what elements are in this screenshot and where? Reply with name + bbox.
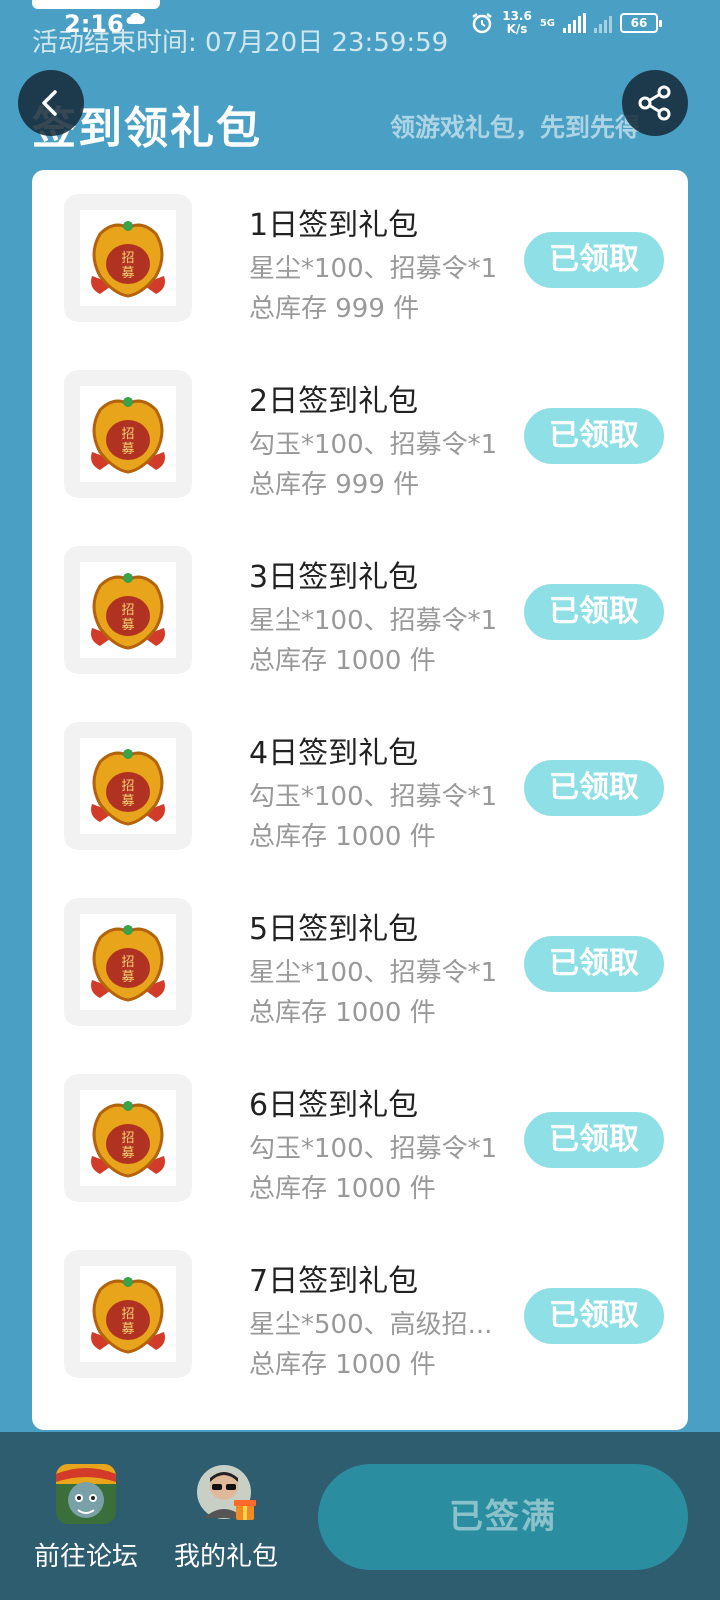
gift-thumbnail: 招 募 <box>64 194 192 322</box>
gift-title: 1日签到礼包 <box>249 208 419 243</box>
gift-item-day1: 招 募 1日签到礼包 星尘*100、招募令*1 总库存 999 件 已领取 <box>64 170 664 324</box>
share-icon <box>638 85 671 121</box>
svg-text:招: 招 <box>121 779 134 794</box>
gift-thumbnail: 招 募 <box>64 722 192 850</box>
claimed-button[interactable]: 已领取 <box>524 408 664 464</box>
gift-description: 星尘*100、招募令*1 <box>249 958 498 988</box>
signed-full-button[interactable]: 已签满 <box>318 1464 688 1570</box>
gift-stock: 总库存 999 件 <box>249 470 420 500</box>
network-type: 5G <box>539 17 555 29</box>
svg-text:招: 招 <box>121 1131 134 1146</box>
gift-description: 星尘*100、招募令*1 <box>249 254 498 284</box>
recruit-token-icon: 招 募 <box>91 397 165 474</box>
recruit-token-icon: 招 募 <box>91 1277 165 1354</box>
signal-icon <box>563 13 586 33</box>
gift-item-day2: 招 募 2日签到礼包 勾玉*100、招募令*1 总库存 999 件 已领取 <box>64 346 664 500</box>
gift-item-day7: 招 募 7日签到礼包 星尘*500、高级招... 总库存 1000 件 已领取 <box>64 1226 664 1380</box>
recruit-token-icon: 招 募 <box>91 221 165 298</box>
svg-text:募: 募 <box>121 1322 134 1337</box>
gift-item-day3: 招 募 3日签到礼包 星尘*100、招募令*1 总库存 1000 件 已领取 <box>64 522 664 676</box>
status-pill <box>32 0 160 9</box>
gift-title: 4日签到礼包 <box>249 736 419 771</box>
gift-thumbnail: 招 募 <box>64 1074 192 1202</box>
gift-description: 勾玉*100、招募令*1 <box>249 782 498 812</box>
gift-stock: 总库存 1000 件 <box>249 1350 436 1380</box>
gift-list-card: 招 募 1日签到礼包 星尘*100、招募令*1 总库存 999 件 已领取 招 … <box>32 170 688 1430</box>
svg-text:募: 募 <box>121 970 134 985</box>
gift-description: 星尘*100、招募令*1 <box>249 606 498 636</box>
claimed-button[interactable]: 已领取 <box>524 584 664 640</box>
recruit-token-icon: 招 募 <box>91 925 165 1002</box>
alarm-icon <box>472 13 492 34</box>
svg-text:募: 募 <box>121 794 134 809</box>
claimed-button[interactable]: 已领取 <box>524 1112 664 1168</box>
forum-link[interactable]: 前往论坛 <box>26 1464 146 1573</box>
recruit-token-icon: 招 募 <box>91 1101 165 1178</box>
gift-thumbnail: 招 募 <box>64 1250 192 1378</box>
gift-description: 勾玉*100、招募令*1 <box>249 1134 498 1164</box>
svg-text:募: 募 <box>121 266 134 281</box>
gift-item-day6: 招 募 6日签到礼包 勾玉*100、招募令*1 总库存 1000 件 已领取 <box>64 1050 664 1204</box>
gift-title: 2日签到礼包 <box>249 384 419 419</box>
gift-title: 6日签到礼包 <box>249 1088 419 1123</box>
gift-thumbnail: 招 募 <box>64 898 192 1026</box>
forum-label: 前往论坛 <box>33 1542 138 1572</box>
gift-stock: 总库存 1000 件 <box>249 1174 436 1204</box>
gift-title: 5日签到礼包 <box>249 912 419 947</box>
svg-text:招: 招 <box>121 1307 134 1322</box>
claimed-button[interactable]: 已领取 <box>524 760 664 816</box>
svg-text:招: 招 <box>121 427 134 442</box>
avatar <box>196 1464 256 1524</box>
gift-stock: 总库存 1000 件 <box>249 998 436 1028</box>
claimed-button[interactable]: 已领取 <box>524 232 664 288</box>
gift-stock: 总库存 1000 件 <box>249 822 436 852</box>
gift-stock: 总库存 999 件 <box>249 294 420 324</box>
gift-item-day5: 招 募 5日签到礼包 星尘*100、招募令*1 总库存 1000 件 已领取 <box>64 874 664 1028</box>
claimed-button[interactable]: 已领取 <box>524 936 664 992</box>
gift-item-day4: 招 募 4日签到礼包 勾玉*100、招募令*1 总库存 1000 件 已领取 <box>64 698 664 852</box>
recruit-token-icon: 招 募 <box>91 749 165 826</box>
gift-stock: 总库存 1000 件 <box>249 646 436 676</box>
signal-secondary-icon <box>594 13 612 33</box>
gift-description: 星尘*500、高级招... <box>249 1310 493 1340</box>
svg-text:招: 招 <box>121 955 134 970</box>
back-arrow-icon <box>42 90 57 116</box>
gift-description: 勾玉*100、招募令*1 <box>249 430 498 460</box>
forum-game-icon <box>56 1464 116 1524</box>
my-gifts-link[interactable]: 我的礼包 <box>166 1464 286 1573</box>
claimed-button[interactable]: 已领取 <box>524 1288 664 1344</box>
recruit-token-icon: 招 募 <box>91 573 165 650</box>
activity-end-time: 活动结束时间: 07月20日 23:59:59 <box>32 28 449 58</box>
svg-text:招: 招 <box>121 251 134 266</box>
share-button[interactable] <box>622 70 688 136</box>
status-icons: 13.6 K/s 5G 66 <box>470 9 662 36</box>
svg-text:募: 募 <box>121 618 134 633</box>
bottom-bar: 前往论坛 我的礼包 已签满 <box>0 1432 720 1600</box>
svg-text:募: 募 <box>121 1146 134 1161</box>
gift-thumbnail: 招 募 <box>64 370 192 498</box>
svg-text:募: 募 <box>121 442 134 457</box>
my-gifts-label: 我的礼包 <box>173 1542 278 1572</box>
gift-title: 3日签到礼包 <box>249 560 419 595</box>
battery-icon: 66 <box>620 13 662 33</box>
net-speed: 13.6 K/s <box>502 9 532 36</box>
gift-thumbnail: 招 募 <box>64 546 192 674</box>
back-button[interactable] <box>18 70 84 136</box>
svg-text:招: 招 <box>121 603 134 618</box>
gift-title: 7日签到礼包 <box>249 1264 419 1299</box>
